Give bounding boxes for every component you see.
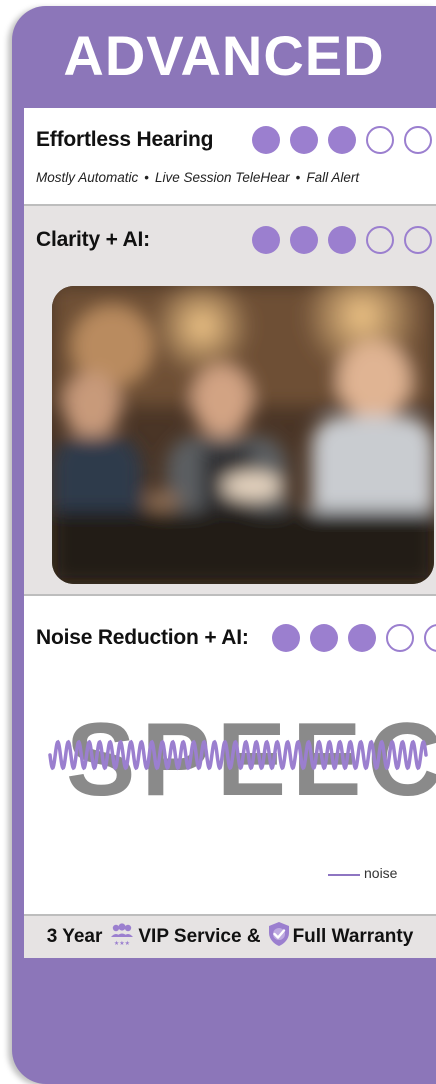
clarity-label: Clarity + AI: <box>36 228 150 251</box>
feature-list: Mostly Automatic • Live Session TeleHear • F… <box>36 170 359 185</box>
vip-people-icon: ★★★ <box>108 922 136 952</box>
rating-dot <box>310 624 338 652</box>
feature-fall-alert: Fall Alert <box>306 170 360 185</box>
rating-dot <box>366 226 394 254</box>
rating-dot <box>404 226 432 254</box>
feature-separator: • <box>295 170 301 185</box>
clarity-rating <box>252 226 436 254</box>
rating-dot <box>424 624 436 652</box>
rating-dot <box>252 226 280 254</box>
rating-dot <box>290 226 318 254</box>
rating-dot <box>348 624 376 652</box>
shield-check-icon <box>267 921 291 953</box>
noise-legend-label: noise <box>364 865 398 881</box>
rating-dot <box>328 126 356 154</box>
effortless-hearing-section: Effortless Hearing Mostly Automatic • Live… <box>24 108 436 204</box>
rating-dot <box>272 624 300 652</box>
effortless-hearing-rating <box>252 126 436 154</box>
feature-telehear: Live Session TeleHear <box>155 170 290 185</box>
rating-dot <box>328 226 356 254</box>
feature-separator: • <box>144 170 150 185</box>
advanced-tier-card: ADVANCED Effortless Hearing Mostly Autom… <box>12 6 436 1084</box>
warranty-row: 3 Year ★★★ VIP Service & Full Warranty <box>24 916 436 958</box>
noise-reduction-label: Noise Reduction + AI: <box>36 626 249 649</box>
restaurant-conversation-photo <box>52 286 434 584</box>
warranty-vip-service: VIP Service & <box>138 926 261 947</box>
rating-dot <box>366 126 394 154</box>
effortless-hearing-label: Effortless Hearing <box>36 128 214 151</box>
feature-automatic: Mostly Automatic <box>36 170 139 185</box>
noise-waveform <box>48 739 428 771</box>
noise-reduction-rating <box>272 624 436 652</box>
svg-text:★★★: ★★★ <box>114 940 130 946</box>
rating-dot <box>386 624 414 652</box>
tier-details-panel: Effortless Hearing Mostly Automatic • Live… <box>24 108 436 958</box>
tier-title: ADVANCED <box>63 24 385 87</box>
rating-dot <box>290 126 318 154</box>
rating-dot <box>404 126 432 154</box>
warranty-full-warranty: Full Warranty <box>292 926 414 947</box>
noise-legend-swatch <box>328 874 360 876</box>
rating-dot <box>252 126 280 154</box>
warranty-years: 3 Year <box>46 926 103 947</box>
